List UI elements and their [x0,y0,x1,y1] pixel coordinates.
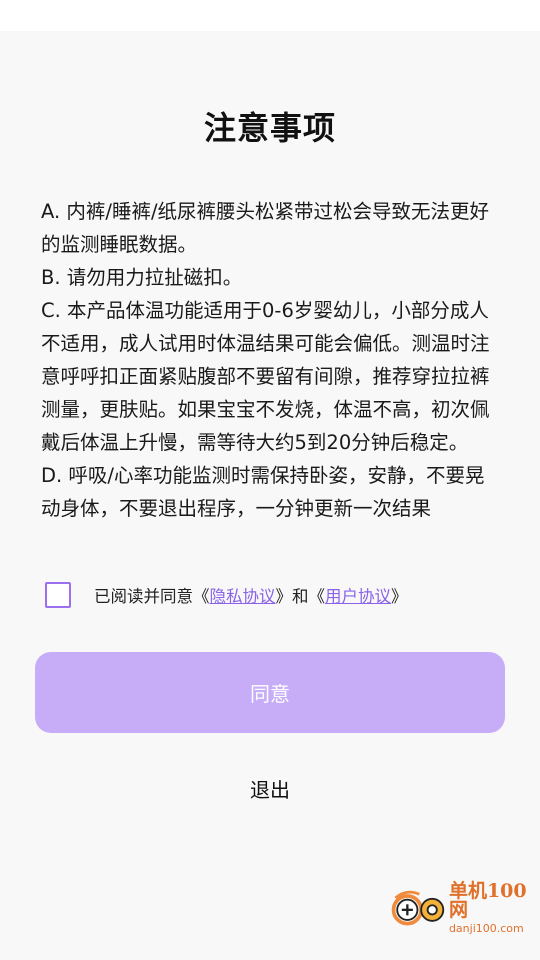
agreement-checkbox[interactable] [45,582,71,608]
privacy-policy-link[interactable]: 隐私协议 [210,587,276,606]
agreement-row: 已阅读并同意《隐私协议》和《用户协议》 [45,581,408,609]
watermark-name: 单机100网 [448,880,527,921]
page-title: 注意事项 [203,109,336,147]
status-bar [0,0,540,31]
watermark-domain: danji100.com [448,922,524,935]
notice-item-a: A. 内裤/睡裤/纸尿裤腰头松紧带过松会导致无法更好的监测睡眠数据。 [41,200,490,256]
notice-content-scroll[interactable]: A. 内裤/睡裤/纸尿裤腰头松紧带过松会导致无法更好的监测睡眠数据。 B. 请勿… [41,195,499,550]
notice-item-d: D. 呼吸/心率功能监测时需保持卧姿，安静，不要晃动身体，不要退出程序，一分钟更… [41,464,485,520]
agreement-middle: 》和《 [275,587,326,606]
watermark: 单机100网 danji100.com [388,880,538,935]
exit-button[interactable]: 退出 [220,775,320,805]
agreement-text: 已阅读并同意《隐私协议》和《用户协议》 [94,583,408,607]
agreement-suffix: 》 [391,587,408,606]
user-agreement-link[interactable]: 用户协议 [325,587,391,606]
notice-item-b: B. 请勿用力拉扯磁扣。 [41,266,243,289]
agreement-prefix: 已阅读并同意《 [94,587,210,606]
watermark-logo-icon [391,890,445,926]
notice-item-c: C. 本产品体温功能适用于0-6岁婴幼儿，小部分成人不适用，成人试用时体温结果可… [41,299,490,454]
agree-button[interactable]: 同意 [35,652,505,733]
